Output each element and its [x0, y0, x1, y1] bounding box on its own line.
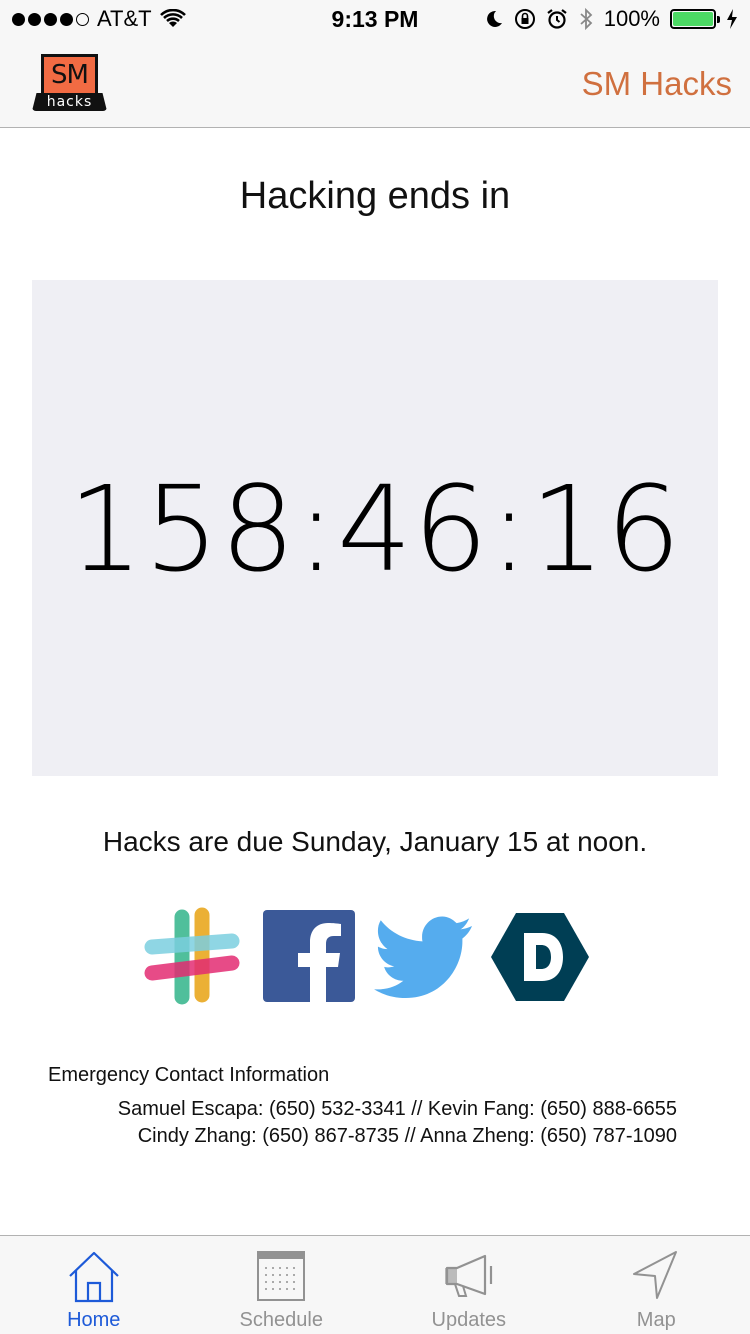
home-icon	[68, 1251, 119, 1303]
sm-hacks-logo: SM hacks	[32, 54, 107, 112]
calendar-icon	[257, 1251, 306, 1301]
countdown-timer: 158:46:16	[67, 460, 683, 598]
contact-line: Cindy Zhang: (650) 867-8735 // Anna Zhen…	[137, 1125, 677, 1147]
tab-bar: Home Schedule Updates Map	[0, 1235, 750, 1334]
navigation-bar: SM hacks SM Hacks	[0, 40, 750, 128]
devpost-icon[interactable]	[488, 905, 592, 1009]
tab-label: Map	[636, 1309, 676, 1331]
tab-label: Updates	[431, 1309, 507, 1331]
status-bar: AT&T 9:13 PM 100%	[0, 0, 750, 40]
logo-text-hacks: hacks	[46, 94, 93, 110]
tab-map[interactable]: Map	[563, 1236, 750, 1334]
tab-home[interactable]: Home	[0, 1236, 188, 1334]
social-links	[0, 905, 750, 1009]
megaphone-icon	[444, 1254, 492, 1297]
tab-label: Home	[67, 1309, 121, 1331]
facebook-icon[interactable]	[260, 905, 364, 1009]
nav-title: SM Hacks	[581, 65, 732, 102]
battery-icon	[670, 9, 720, 29]
due-date-text: Hacks are due Sunday, January 15 at noon…	[102, 826, 648, 857]
logo-text-sm: SM	[51, 60, 89, 90]
logo-screen: SM	[41, 54, 98, 96]
battery-percentage: 100%	[603, 6, 660, 31]
contact-line: Samuel Escapa: (650) 532-3341 // Kevin F…	[117, 1098, 677, 1120]
tab-schedule[interactable]: Schedule	[188, 1236, 376, 1334]
countdown-panel: 158:46:16	[32, 280, 718, 776]
tab-label: Schedule	[239, 1309, 323, 1331]
contact-title: Emergency Contact Information	[48, 1064, 330, 1086]
alarm-icon	[547, 9, 567, 29]
tab-updates[interactable]: Updates	[375, 1236, 563, 1334]
charging-icon	[727, 9, 737, 29]
twitter-icon[interactable]	[372, 905, 476, 1009]
bluetooth-icon	[580, 7, 593, 31]
rotation-lock-icon	[514, 9, 535, 29]
navigation-arrow-icon	[633, 1251, 678, 1299]
countdown-heading: Hacking ends in	[239, 175, 511, 217]
slack-icon[interactable]	[140, 905, 244, 1009]
status-right: 100%	[484, 6, 738, 32]
moon-icon	[486, 10, 502, 27]
